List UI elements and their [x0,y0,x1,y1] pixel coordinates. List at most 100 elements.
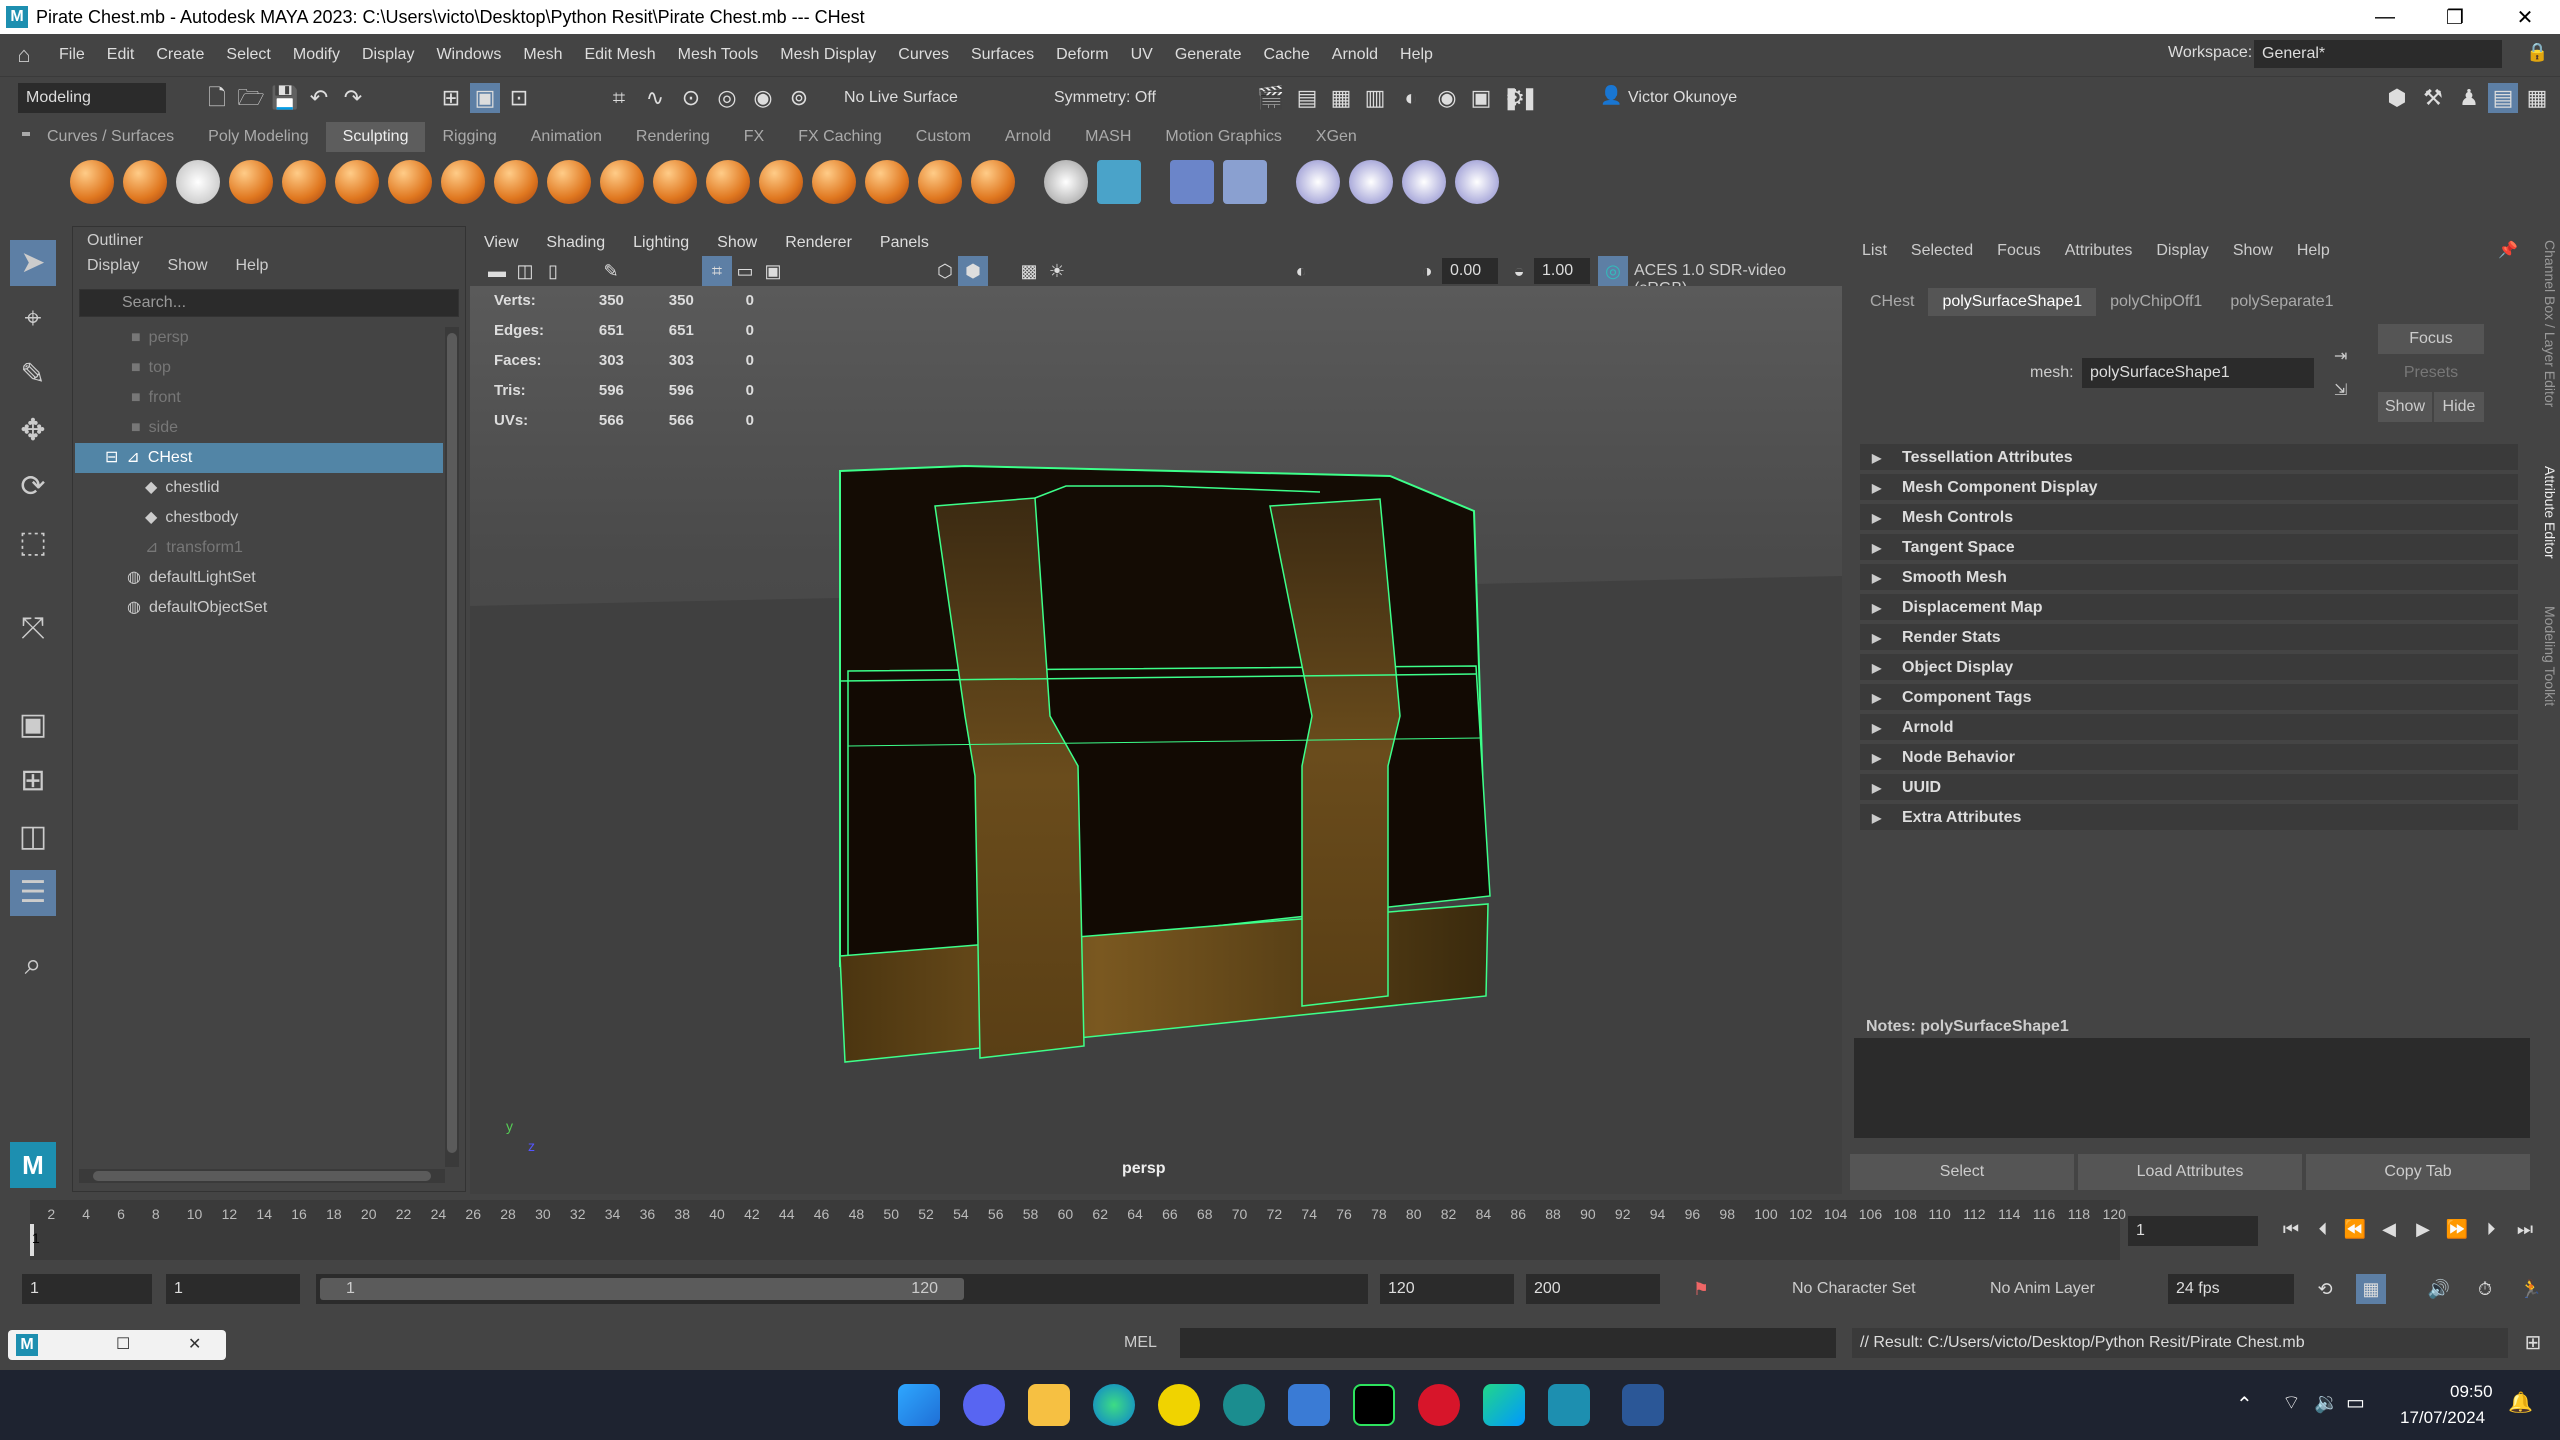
search-input[interactable]: Search... [122,294,186,312]
step-forward-key-icon[interactable]: ⏵ [2476,1214,2506,1244]
shelf-tab-rigging[interactable]: Rigging [425,122,513,152]
mesh-name-field[interactable]: polySurfaceShape1 [2082,358,2314,388]
menu-curves[interactable]: Curves [887,46,960,64]
side-tab-attribute-editor[interactable]: Attribute Editor [2534,466,2558,626]
playback-speed-icon[interactable]: ▦ [2356,1274,2386,1304]
go-to-start-icon[interactable]: ⏮ [2276,1214,2306,1244]
transfer-attributes-icon[interactable] [1296,160,1340,204]
playback-end-field[interactable]: 120 [1380,1274,1514,1304]
blend-shape-icon[interactable] [1170,160,1214,204]
attr-menu-list[interactable]: List [1850,236,1899,266]
loop-icon[interactable]: ⟲ [2310,1274,2340,1304]
relax-tool-icon[interactable] [176,160,220,204]
outliner-item-transform1[interactable]: ⊿ transform1 [73,533,443,563]
node-tab-chest[interactable]: CHest [1856,288,1928,316]
shelf-tab-animation[interactable]: Animation [514,122,619,152]
menu-modify[interactable]: Modify [282,46,351,64]
node-tab-polychipoff1[interactable]: polyChipOff1 [2096,288,2216,316]
render-frame-icon[interactable]: ▤ [1292,83,1322,113]
shelf-tab-poly-modeling[interactable]: Poly Modeling [191,122,326,152]
repeat-tool-icon[interactable] [494,160,538,204]
shelf-tab-fx[interactable]: FX [727,122,781,152]
outliner-item-chest[interactable]: ⊟ ⊿ CHest [75,443,443,473]
menu-mesh-display[interactable]: Mesh Display [769,46,887,64]
menu-create[interactable]: Create [145,46,215,64]
hypershade-icon[interactable]: ◐ [1396,83,1426,113]
volume-icon[interactable]: 🔉 [2314,1390,2339,1415]
clock-time[interactable]: 09:50 [2450,1382,2493,1402]
menu-generate[interactable]: Generate [1164,46,1253,64]
smooth-shade-icon[interactable]: ⬢ [958,256,988,286]
new-scene-icon[interactable]: 🗋 [202,83,232,113]
section-tangent-space[interactable]: Tangent Space [1860,534,2518,562]
animation-end-field[interactable]: 200 [1526,1274,1660,1304]
textured-icon[interactable]: ▩ [1014,256,1044,286]
select-object-icon[interactable]: ▣ [470,83,500,113]
wax-tool-icon[interactable] [600,160,644,204]
script-language-toggle[interactable]: MEL [1124,1334,1157,1352]
outliner-item-defaultlightset[interactable]: ◍ defaultLightSet [73,563,443,593]
wireframe-icon[interactable]: ⬡ [930,256,960,286]
edge-icon[interactable] [1093,1384,1135,1426]
symmetry-select[interactable]: Symmetry: Off [1046,83,1186,113]
outliner-menu-show[interactable]: Show [153,253,221,279]
camera-select-icon[interactable]: ▬ [482,256,512,286]
presets-icon[interactable]: ⇲ [2334,380,2347,400]
search-tool-icon[interactable]: ⌕ [10,942,56,988]
attr-menu-attributes[interactable]: Attributes [2053,236,2145,266]
auto-key-icon[interactable]: ⚑ [1686,1274,1716,1304]
shelf-tab-mash[interactable]: MASH [1068,122,1148,152]
menu-uv[interactable]: UV [1120,46,1164,64]
snap-grid-icon[interactable]: ⌗ [604,83,634,113]
notes-field[interactable] [1854,1038,2530,1138]
menu-edit-mesh[interactable]: Edit Mesh [573,46,666,64]
current-frame-field[interactable]: 1 [2128,1216,2258,1246]
menu-arnold[interactable]: Arnold [1321,46,1389,64]
character-controls-icon[interactable]: ♟ [2454,83,2484,113]
shelf-tab-custom[interactable]: Custom [899,122,988,152]
battery-icon[interactable]: ▭ [2346,1390,2365,1415]
pycharm-icon[interactable] [1353,1384,1395,1426]
outliner-item-chestlid[interactable]: ◆ chestlid [73,473,443,503]
paint-select-icon[interactable]: ✎ [10,352,56,398]
live-surface-field[interactable]: No Live Surface [836,83,1006,113]
shelf-tab-arnold[interactable]: Arnold [988,122,1068,152]
menu-mesh[interactable]: Mesh [512,46,573,64]
notification-bell-icon[interactable]: 🔔 [2508,1390,2533,1415]
four-pane-layout-icon[interactable]: ⊞ [10,758,56,804]
film-gate-icon[interactable]: ▭ [730,256,760,286]
open-scene-icon[interactable]: 🗁 [236,83,266,113]
discord-icon[interactable] [963,1384,1005,1426]
outliner-item-top[interactable]: ■ top [73,353,443,383]
undo-icon[interactable]: ↶ [304,83,334,113]
anim-layer-select[interactable]: No Anim Layer [1990,1280,2095,1298]
show-button[interactable]: Show [2378,392,2432,422]
outliner-menu-help[interactable]: Help [222,253,283,279]
notepad-icon[interactable] [1288,1384,1330,1426]
menu-edit[interactable]: Edit [96,46,146,64]
windows-start-icon[interactable] [898,1384,940,1426]
snap-surface-icon[interactable]: ◎ [712,83,742,113]
clock-date[interactable]: 17/07/2024 [2400,1408,2485,1428]
wifi-icon[interactable]: ⌔ [2282,1390,2301,1415]
menu-select[interactable]: Select [215,46,281,64]
lock-icon[interactable]: 🔒 [2526,42,2548,63]
redo-icon[interactable]: ↷ [338,83,368,113]
preview-close-icon[interactable]: ✕ [188,1334,201,1354]
bookmark-icon[interactable]: ▯ [538,256,568,286]
snap-view-icon[interactable]: ◉ [748,83,778,113]
close-button[interactable]: ✕ [2490,0,2560,34]
viewport-menu-panels[interactable]: Panels [866,226,943,256]
playback-start-field[interactable]: 1 [166,1274,300,1304]
pin-icon[interactable]: 📌 [2498,240,2518,260]
gamma-icon[interactable]: ◒ [1504,256,1534,286]
fill-tool-icon[interactable] [706,160,750,204]
pause-ipr-toggle-icon[interactable]: ❚❚ [1502,83,1539,113]
viewport-menu-lighting[interactable]: Lighting [619,226,703,256]
show-manipulator-icon[interactable]: ⤧ [10,606,56,652]
lasso-tool-icon[interactable]: ⌖ [10,296,56,342]
outliner-item-front[interactable]: ■ front [73,383,443,413]
go-to-end-icon[interactable]: ⏭ [2510,1214,2540,1244]
outliner-search[interactable]: Search... [79,289,459,317]
color-management-icon[interactable]: ◎ [1598,256,1628,286]
